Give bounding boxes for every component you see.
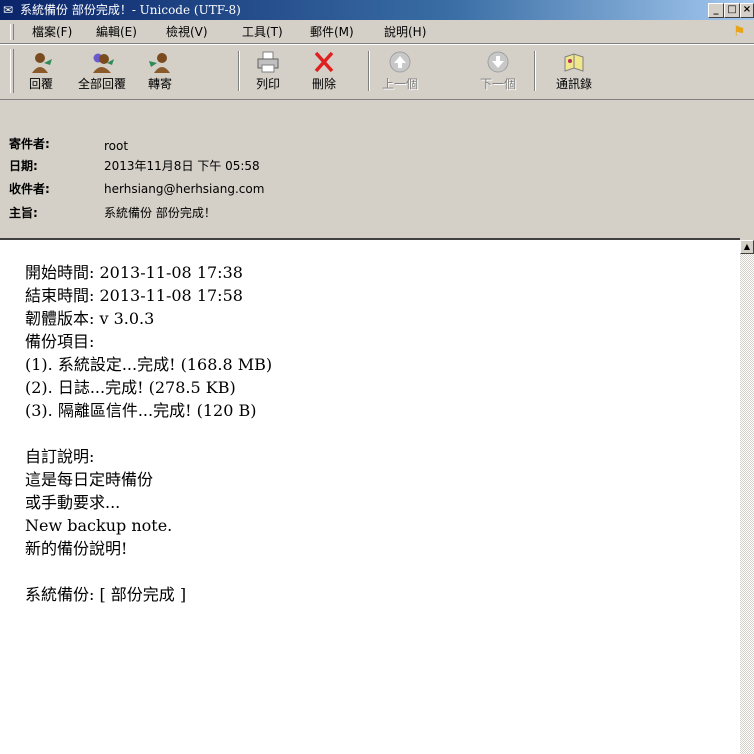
address-book-icon bbox=[561, 49, 587, 75]
maximize-button[interactable]: □ bbox=[724, 3, 740, 18]
close-button[interactable]: × bbox=[740, 3, 754, 18]
scroll-up-button[interactable]: ▲ bbox=[740, 240, 754, 254]
forward-icon bbox=[147, 49, 173, 75]
from-value: root bbox=[104, 139, 129, 153]
to-value: herhsiang@herhsiang.com bbox=[104, 182, 265, 196]
windows-logo-icon: ⚑ bbox=[733, 24, 746, 40]
body-line: 這是每日定時備份 bbox=[25, 470, 154, 489]
toolbar: 回覆 全部回覆 轉寄 列印 刪除 上一個 下一個 通訊錄 bbox=[0, 44, 754, 100]
menu-grip[interactable] bbox=[10, 24, 14, 40]
menu-bar: 檔案(F) 編輯(E) 檢視(V) 工具(T) 郵件(M) 說明(H) bbox=[0, 21, 754, 44]
to-label: 收件者: bbox=[9, 182, 50, 196]
title-bar[interactable]: ✉ 系統備份 部份完成！- Unicode (UTF-8) _ □ × bbox=[0, 0, 754, 20]
reply-all-button[interactable]: 全部回覆 bbox=[72, 49, 132, 95]
up-arrow-icon bbox=[387, 49, 413, 75]
menu-file[interactable]: 檔案(F) bbox=[32, 25, 72, 39]
body-line: 備份項目: bbox=[25, 332, 95, 351]
address-book-button[interactable]: 通訊錄 bbox=[546, 49, 602, 95]
toolbar-separator bbox=[368, 51, 370, 91]
body-line: 系統備份: [ 部份完成 ] bbox=[25, 585, 187, 604]
minimize-button[interactable]: _ bbox=[708, 3, 724, 18]
toolbar-grip[interactable] bbox=[10, 49, 14, 93]
reply-icon bbox=[28, 49, 54, 75]
body-line: New backup note. bbox=[25, 516, 173, 535]
previous-button[interactable]: 上一個 bbox=[372, 49, 428, 95]
print-button[interactable]: 列印 bbox=[242, 49, 294, 95]
toolbar-separator bbox=[238, 51, 240, 91]
body-line: 結束時間: 2013-11-08 17:58 bbox=[25, 286, 243, 305]
toolbar-separator bbox=[534, 51, 536, 91]
mail-icon: ✉ bbox=[3, 3, 14, 17]
delete-x-icon bbox=[311, 49, 337, 75]
body-line: (3). 隔離區信件...完成! (120 B) bbox=[25, 401, 257, 420]
subject-label: 主旨: bbox=[9, 206, 38, 220]
body-line: 開始時間: 2013-11-08 17:38 bbox=[25, 263, 243, 282]
from-label: 寄件者: bbox=[9, 137, 50, 151]
body-line: 新的備份說明! bbox=[25, 539, 128, 558]
body-line: 自訂說明: bbox=[25, 447, 95, 466]
menu-edit[interactable]: 編輯(E) bbox=[96, 25, 137, 39]
subject-value: 系統備份 部份完成！ bbox=[104, 206, 216, 220]
reply-all-icon bbox=[89, 49, 115, 75]
forward-button[interactable]: 轉寄 bbox=[134, 49, 186, 95]
body-line: 或手動要求... bbox=[25, 493, 121, 512]
body-line: (2). 日誌...完成! (278.5 KB) bbox=[25, 378, 236, 397]
reply-button[interactable]: 回覆 bbox=[15, 49, 67, 95]
message-body[interactable]: 開始時間: 2013-11-08 17:38 結束時間: 2013-11-08 … bbox=[0, 238, 740, 754]
body-line: (1). 系統設定...完成! (168.8 MB) bbox=[25, 355, 273, 374]
menu-view[interactable]: 檢視(V) bbox=[166, 25, 208, 39]
menu-help[interactable]: 說明(H) bbox=[384, 25, 426, 39]
date-label: 日期: bbox=[9, 159, 38, 173]
date-value: 2013年11月8日 下午 05:58 bbox=[104, 159, 260, 173]
vertical-scrollbar[interactable] bbox=[740, 240, 754, 754]
down-arrow-icon bbox=[485, 49, 511, 75]
menu-tools[interactable]: 工具(T) bbox=[242, 25, 283, 39]
printer-icon bbox=[255, 49, 281, 75]
window-title: 系統備份 部份完成！- Unicode (UTF-8) bbox=[20, 3, 241, 17]
body-line: 韌體版本: v 3.0.3 bbox=[25, 309, 155, 328]
delete-button[interactable]: 刪除 bbox=[298, 49, 350, 95]
next-button[interactable]: 下一個 bbox=[470, 49, 526, 95]
menu-message[interactable]: 郵件(M) bbox=[310, 25, 354, 39]
message-header: 寄件者: root 日期: 2013年11月8日 下午 05:58 收件者: h… bbox=[0, 100, 754, 238]
